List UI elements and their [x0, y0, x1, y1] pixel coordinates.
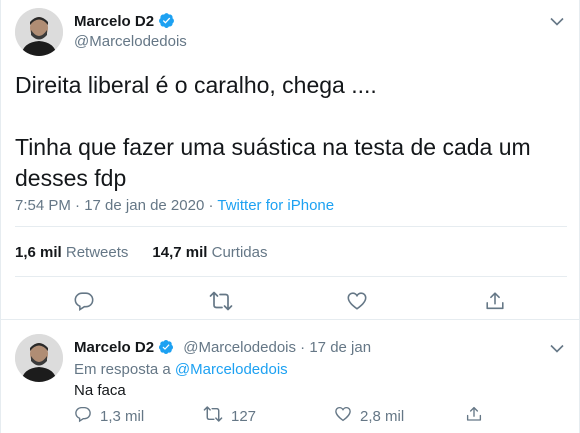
- share-icon[interactable]: [465, 405, 483, 423]
- tweet-text: Direita liberal é o caralho, chega .... …: [15, 72, 531, 191]
- in-reply-prefix: Em resposta a: [74, 361, 175, 378]
- like-count: 2,8 mil: [360, 407, 405, 425]
- author-name-text[interactable]: Marcelo D2: [74, 13, 154, 30]
- reply-header: Marcelo D2 @Marcelodedois · 17 de jan: [74, 339, 371, 359]
- like-action[interactable]: 2,8 mil: [334, 405, 404, 427]
- retweet-action[interactable]: 127: [203, 405, 256, 427]
- divider: [15, 226, 567, 227]
- chevron-down-icon[interactable]: [550, 340, 564, 358]
- main-tweet: Marcelo D2 @Marcelodedois Direita libera…: [1, 0, 580, 320]
- reply-tweet[interactable]: Marcelo D2 @Marcelodedois · 17 de jan Em…: [1, 320, 580, 433]
- reply-icon[interactable]: [73, 290, 95, 317]
- verified-icon: [158, 339, 174, 359]
- tweet-timestamp: 7:54 PM · 17 de jan de 2020 · Twitter fo…: [15, 197, 334, 214]
- like-icon: [334, 405, 352, 427]
- share-icon[interactable]: [484, 290, 506, 317]
- mention-link[interactable]: @Marcelodedois: [175, 361, 288, 378]
- author-name[interactable]: Marcelo D2: [74, 12, 175, 33]
- separator: ·: [296, 339, 310, 356]
- reply-icon: [74, 405, 92, 427]
- reply-action[interactable]: 1,3 mil: [74, 405, 144, 427]
- verified-icon: [158, 12, 175, 33]
- retweet-icon[interactable]: [209, 290, 233, 317]
- retweets-stat[interactable]: 1,6 mil Retweets: [15, 244, 128, 261]
- retweets-count: 1,6 mil: [15, 244, 62, 261]
- in-reply-to: Em resposta a @Marcelodedois: [74, 361, 288, 378]
- divider: [15, 276, 567, 277]
- likes-count: 14,7 mil: [152, 244, 208, 261]
- retweet-count: 127: [231, 407, 257, 425]
- timestamp-text[interactable]: 7:54 PM · 17 de jan de 2020 ·: [15, 197, 217, 214]
- reply-author-handle[interactable]: @Marcelodedois: [183, 339, 296, 356]
- chevron-down-icon[interactable]: [550, 13, 564, 31]
- tweet-stats: 1,6 mil Retweets 14,7 mil Curtidas: [15, 244, 267, 261]
- source-link[interactable]: Twitter for iPhone: [217, 197, 334, 214]
- reply-author-name[interactable]: Marcelo D2: [74, 339, 154, 356]
- likes-label: Curtidas: [211, 244, 268, 261]
- retweets-label: Retweets: [65, 244, 129, 261]
- retweet-icon: [203, 405, 223, 427]
- reply-text: Na faca: [74, 382, 126, 399]
- reply-count: 1,3 mil: [100, 407, 145, 425]
- avatar[interactable]: [15, 334, 63, 382]
- author-handle[interactable]: @Marcelodedois: [74, 33, 187, 50]
- tweet-thread: Marcelo D2 @Marcelodedois Direita libera…: [0, 0, 580, 433]
- likes-stat[interactable]: 14,7 mil Curtidas: [152, 244, 267, 261]
- reply-date[interactable]: 17 de jan: [309, 339, 371, 356]
- avatar[interactable]: [15, 8, 63, 56]
- like-icon[interactable]: [346, 290, 368, 317]
